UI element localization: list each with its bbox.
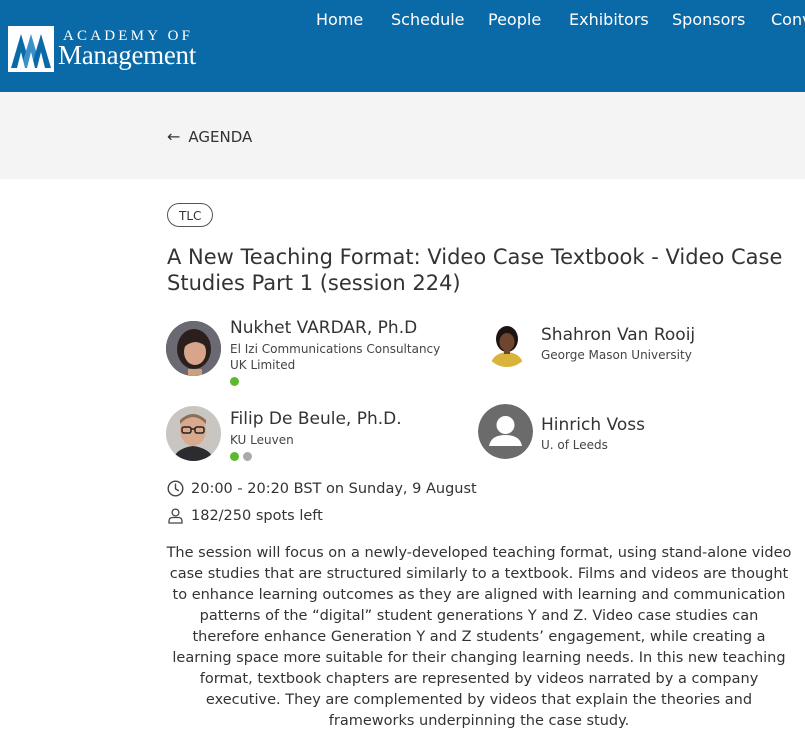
session-description: The session will focus on a newly-develo… — [166, 545, 792, 729]
main-nav: Home Schedule People Exhibitors Sponsors… — [0, 10, 805, 32]
speaker-card[interactable]: Shahron Van Rooij George Mason Universit… — [484, 321, 734, 376]
speaker-affiliation: George Mason University — [541, 348, 692, 362]
logo-mark-icon — [8, 26, 54, 72]
nav-exhibitors[interactable]: Exhibitors — [569, 10, 649, 29]
speaker-name[interactable]: Filip De Beule, Ph.D. — [230, 409, 402, 429]
speaker-card[interactable]: Hinrich Voss U. of Leeds — [478, 404, 728, 459]
speaker-card[interactable]: Filip De Beule, Ph.D. KU Leuven — [166, 406, 466, 466]
nav-home[interactable]: Home — [316, 10, 363, 29]
session-spots-text: 182/250 spots left — [191, 507, 323, 524]
session-time-text: 20:00 - 20:20 BST on Sunday, 9 August — [191, 480, 477, 497]
speaker-affiliation: U. of Leeds — [541, 438, 608, 452]
clock-icon — [167, 480, 184, 497]
session-time: 20:00 - 20:20 BST on Sunday, 9 August — [167, 480, 477, 497]
avatar — [166, 406, 221, 461]
speaker-photo-icon — [166, 406, 221, 461]
avatar — [484, 321, 530, 367]
user-icon — [168, 508, 183, 524]
back-link-label: AGENDA — [188, 128, 253, 146]
arrow-left-icon: ← — [167, 127, 181, 146]
logo-text-bottom: Management — [58, 40, 196, 70]
status-indicators — [230, 452, 252, 461]
speaker-name[interactable]: Shahron Van Rooij — [541, 325, 695, 345]
avatar — [166, 321, 221, 376]
status-dot-green — [230, 377, 239, 386]
default-user-icon — [478, 404, 533, 459]
avatar — [478, 404, 533, 459]
speaker-name[interactable]: Nukhet VARDAR, Ph.D — [230, 318, 417, 338]
speaker-name[interactable]: Hinrich Voss — [541, 415, 645, 435]
nav-conv[interactable]: Conv — [771, 10, 805, 29]
speaker-affiliation: KU Leuven — [230, 433, 294, 447]
nav-people[interactable]: People — [488, 10, 541, 29]
session-spots: 182/250 spots left — [167, 507, 323, 524]
speaker-photo-icon — [166, 321, 221, 376]
back-to-agenda-link[interactable]: ← AGENDA — [167, 128, 252, 146]
status-dot-green — [230, 452, 239, 461]
nav-schedule[interactable]: Schedule — [391, 10, 465, 29]
nav-sponsors[interactable]: Sponsors — [672, 10, 745, 29]
top-header: ACADEMY OF Management Home Schedule Peop… — [0, 0, 805, 92]
session-tag[interactable]: TLC — [167, 203, 214, 227]
status-dot-gray — [243, 452, 252, 461]
speaker-card[interactable]: Nukhet VARDAR, Ph.D El Izi Communication… — [166, 318, 466, 391]
speaker-affiliation: El Izi Communications Consultancy UK Lim… — [230, 342, 441, 372]
status-indicators — [230, 377, 239, 386]
speaker-photo-icon — [484, 321, 530, 367]
back-bar: ← AGENDA — [0, 92, 805, 179]
session-title: A New Teaching Format: Video Case Textbo… — [167, 245, 783, 295]
